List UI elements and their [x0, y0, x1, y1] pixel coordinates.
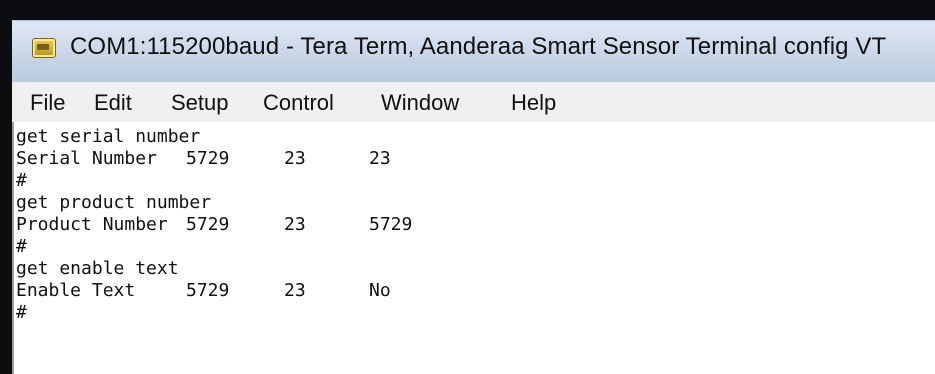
response-id: 23	[284, 280, 306, 301]
terminal-output[interactable]: get serial number Serial Number 5729 23 …	[16, 126, 931, 370]
menu-edit[interactable]: Edit	[94, 91, 132, 115]
response-product-code: 5729	[186, 148, 230, 169]
command-text: get serial number	[16, 126, 201, 147]
response-value: No	[369, 280, 391, 301]
response-value: 5729	[369, 214, 413, 235]
menu-window[interactable]: Window	[381, 91, 459, 115]
terminal-line: get enable text	[16, 258, 179, 280]
menu-help[interactable]: Help	[511, 91, 556, 115]
teraterm-app-icon[interactable]	[32, 38, 56, 58]
prompt-text: #	[16, 236, 27, 257]
client-left-border	[12, 122, 14, 374]
window-title: COM1:115200baud - Tera Term, Aanderaa Sm…	[70, 33, 887, 60]
terminal-line: get product number	[16, 192, 211, 214]
response-value: 23	[369, 148, 391, 169]
response-product-code: 5729	[186, 214, 230, 235]
terminal-line: get serial number	[16, 126, 200, 148]
prompt-text: #	[16, 302, 27, 323]
response-product-code: 5729	[186, 280, 230, 301]
response-label: Serial Number	[16, 148, 157, 169]
menu-bar: File Edit Setup Control Window Help	[12, 82, 935, 123]
response-label: Product Number	[16, 214, 168, 235]
terminal-line: Product Number 5729 23 5729	[16, 214, 412, 236]
response-label: Enable Text	[16, 280, 136, 301]
menu-file[interactable]: File	[30, 91, 65, 115]
terminal-line: #	[16, 236, 81, 258]
menu-control[interactable]: Control	[263, 91, 334, 115]
title-bar[interactable]: COM1:115200baud - Tera Term, Aanderaa Sm…	[12, 20, 935, 83]
command-text: get product number	[16, 192, 212, 213]
prompt-text: #	[16, 170, 27, 191]
menu-setup[interactable]: Setup	[171, 91, 229, 115]
response-id: 23	[284, 214, 306, 235]
terminal-line: #	[16, 302, 81, 324]
terminal-line: #	[16, 170, 81, 192]
response-id: 23	[284, 148, 306, 169]
terminal-line: Enable Text 5729 23 No	[16, 280, 391, 302]
terminal-window: COM1:115200baud - Tera Term, Aanderaa Sm…	[0, 0, 935, 374]
terminal-line: Serial Number 5729 23 23	[16, 148, 391, 170]
command-text: get enable text	[16, 258, 179, 279]
